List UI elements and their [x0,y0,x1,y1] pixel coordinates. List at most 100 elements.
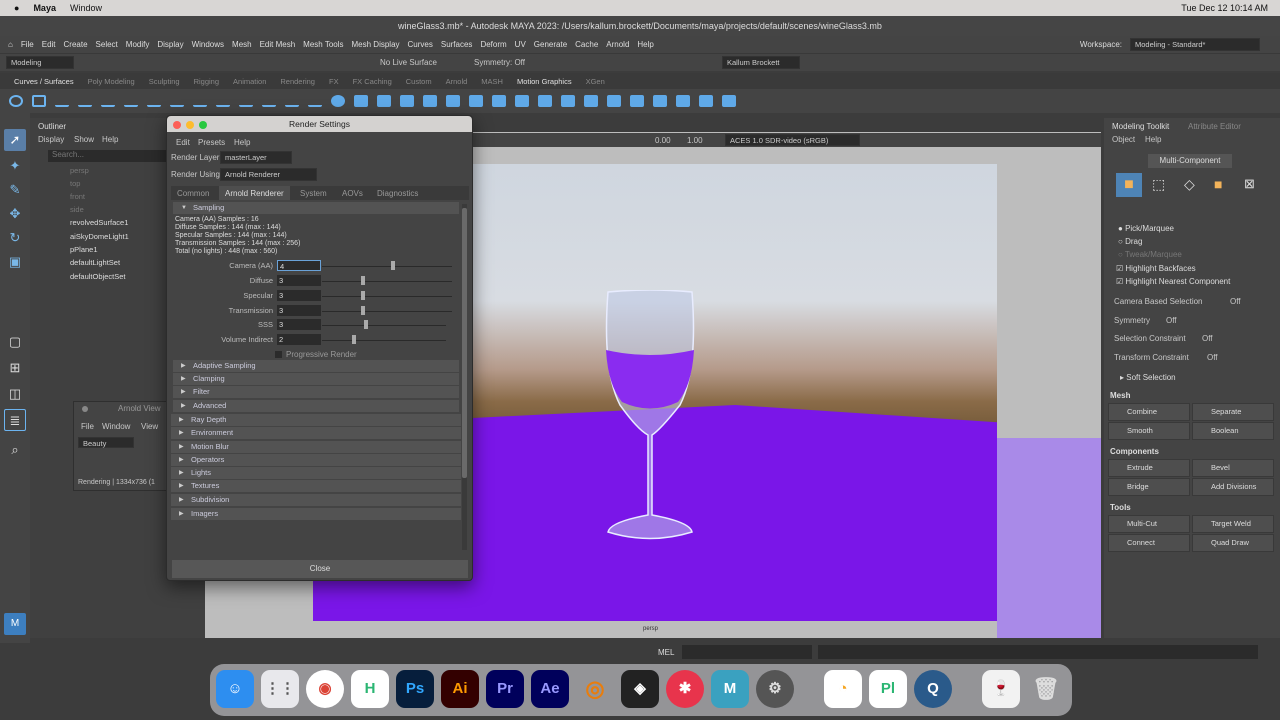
mode-dropdown[interactable]: Modeling [6,56,74,69]
curve-icon[interactable] [101,95,115,107]
surface-tool-icon[interactable] [699,95,713,107]
document-icon[interactable]: 🍷 [982,670,1020,708]
circle-icon[interactable] [9,95,23,107]
boolean-button[interactable]: Boolean [1192,422,1274,440]
outliner-menu-help[interactable]: Help [102,135,118,144]
curve-icon[interactable] [262,95,276,107]
menu-cache[interactable]: Cache [575,40,598,49]
curve-icon[interactable] [170,95,184,107]
surface-tool-icon[interactable] [607,95,621,107]
outliner-item[interactable]: defaultObjectSet [70,272,125,281]
menu-generate[interactable]: Generate [534,40,567,49]
apple-icon[interactable]: ● [14,3,19,13]
surface-tool-icon[interactable] [538,95,552,107]
tab-system[interactable]: System [300,189,327,198]
shelf-tab[interactable]: Sculpting [149,77,180,86]
surface-tool-icon[interactable] [492,95,506,107]
paint-select-icon[interactable]: ✎ [4,179,26,201]
tab-common[interactable]: Common [177,189,209,198]
menu-display[interactable]: Display [157,40,183,49]
section-imagers[interactable]: ▶ Imagers [171,508,461,520]
section-sampling[interactable]: ▼ Sampling [173,202,459,214]
arnold-menu-file[interactable]: File [81,422,94,431]
slider-knob[interactable] [364,320,368,329]
maya-icon[interactable]: M [711,670,749,708]
colorspace-dropdown[interactable]: ACES 1.0 SDR-video (sRGB) [725,134,860,146]
surface-tool-icon[interactable] [653,95,667,107]
aov-dropdown[interactable]: Beauty [78,437,134,448]
volume-indirect-slider[interactable] [322,340,446,341]
smooth-button[interactable]: Smooth [1108,422,1190,440]
option-value[interactable]: Off [1207,353,1218,362]
gamma-value[interactable]: 1.00 [687,136,703,145]
finder-icon[interactable]: ☺ [216,670,254,708]
premiere-icon[interactable]: Pr [486,670,524,708]
specular-field[interactable]: 3 [277,290,321,301]
rotate-tool-icon[interactable]: ↻ [4,227,26,249]
blender-icon[interactable]: ◎ [576,670,614,708]
shelf-tab[interactable]: Motion Graphics [517,77,572,86]
section-motion-blur[interactable]: ▶ Motion Blur [171,441,461,453]
specular-slider[interactable] [322,296,452,297]
outliner-item[interactable]: side [70,205,84,214]
render-settings-window[interactable]: Render Settings Edit Presets Help Render… [166,115,473,581]
section-environment[interactable]: ▶ Environment [171,427,461,439]
section-textures[interactable]: ▶ Textures [171,480,461,492]
curve-icon[interactable] [239,95,253,107]
menu-file[interactable]: File [21,40,34,49]
sss-slider[interactable] [322,325,446,326]
curve-icon[interactable] [216,95,230,107]
option-value[interactable]: Off [1166,316,1177,325]
curve-icon[interactable] [78,95,92,107]
tab-aovs[interactable]: AOVs [342,189,363,198]
toolkit-menu-object[interactable]: Object [1112,135,1135,144]
menu-curves[interactable]: Curves [408,40,433,49]
shelf-tab[interactable]: Rendering [280,77,315,86]
menu-surfaces[interactable]: Surfaces [441,40,473,49]
move-tool-icon[interactable]: ✥ [4,203,26,225]
scrollbar-thumb[interactable] [462,208,467,478]
sss-field[interactable]: 3 [277,319,321,330]
arnold-view-window[interactable]: Arnold View File Window View Beauty Rend… [73,401,169,491]
option-value[interactable]: Off [1202,334,1213,343]
bridge-button[interactable]: Bridge [1108,478,1190,496]
shelf-tab[interactable]: Rigging [194,77,219,86]
target-weld-button[interactable]: Target Weld [1192,515,1274,533]
outliner-menu-show[interactable]: Show [74,135,94,144]
menu-mesh[interactable]: Mesh [232,40,252,49]
app-icon[interactable]: ✱ [666,670,704,708]
tools-header[interactable]: Tools [1110,503,1131,512]
shelf-tab[interactable]: FX Caching [353,77,392,86]
surface-tool-icon[interactable] [561,95,575,107]
outliner-item[interactable]: revolvedSurface1 [70,218,128,227]
user-dropdown[interactable]: Kallum Brockett [722,56,800,69]
bevel-button[interactable]: Bevel [1192,459,1274,477]
rs-menu-edit[interactable]: Edit [176,138,190,147]
menu-windows[interactable]: Windows [192,40,224,49]
surface-tool-icon[interactable] [469,95,483,107]
outliner-item[interactable]: aiSkyDomeLight1 [70,232,129,241]
home-icon[interactable]: ⌂ [8,40,13,49]
window-menu[interactable]: Window [70,3,102,13]
command-input[interactable] [682,645,812,659]
lasso-tool-icon[interactable]: ✦ [4,155,26,177]
multi-component-button[interactable]: Multi-Component [1148,154,1232,168]
menu-mesh-tools[interactable]: Mesh Tools [303,40,343,49]
square-icon[interactable] [32,95,46,107]
surface-tool-icon[interactable] [515,95,529,107]
select-tool-icon[interactable]: ➚ [4,129,26,151]
shelf-tab[interactable]: FX [329,77,339,86]
symmetry-status[interactable]: Symmetry: Off [474,58,525,67]
slider-knob[interactable] [391,261,395,270]
option-value[interactable]: Off [1230,297,1241,306]
highlight-nearest-checkbox[interactable]: ☑ Highlight Nearest Component [1116,277,1230,286]
tab-arnold-renderer[interactable]: Arnold Renderer [219,186,290,200]
toolkit-menu-help[interactable]: Help [1145,135,1161,144]
close-icon[interactable] [82,406,88,412]
shelf-tab[interactable]: Arnold [446,77,468,86]
exposure-value[interactable]: 0.00 [655,136,671,145]
menu-create[interactable]: Create [64,40,88,49]
shelf-tab[interactable]: Poly Modeling [88,77,135,86]
plane-icon[interactable] [423,95,437,107]
layout-two-icon[interactable]: ◫ [4,383,26,405]
